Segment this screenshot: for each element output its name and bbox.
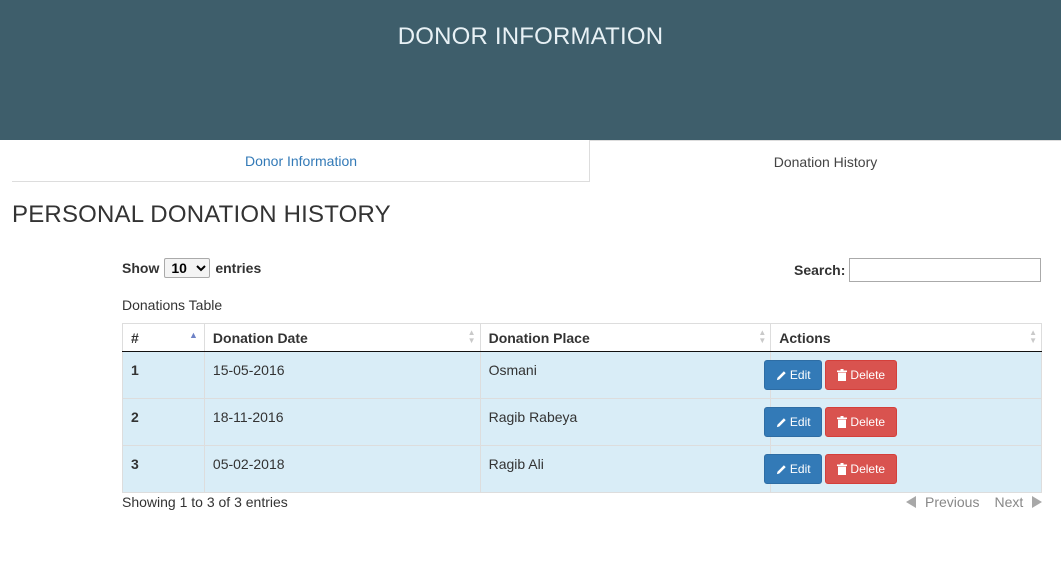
delete-button[interactable]: Delete: [825, 407, 898, 437]
column-header-actions[interactable]: Actions ▲ ▼: [770, 323, 1042, 352]
table-row: 2 18-11-2016 Ragib Rabeya Edit Delete: [122, 398, 1042, 446]
pencil-icon: [776, 370, 786, 380]
table-info: Showing 1 to 3 of 3 entries: [122, 494, 288, 510]
cell-donation-place: Ragib Ali: [479, 445, 772, 493]
previous-button[interactable]: Previous: [906, 494, 979, 510]
edit-button-label: Edit: [789, 368, 811, 382]
edit-button[interactable]: Edit: [764, 454, 823, 484]
pagination: Previous Next: [906, 494, 1043, 510]
donations-table: # ▲ Donation Date ▲ ▼ Donation Place ▲ ▼ A…: [122, 323, 1042, 493]
cell-actions: Edit Delete: [764, 351, 1042, 399]
page-header-title: DONOR INFORMATION: [397, 23, 664, 50]
table-header-row: # ▲ Donation Date ▲ ▼ Donation Place ▲ ▼ A…: [122, 323, 1042, 352]
sort-ascending-icon: ▲: [188, 330, 198, 340]
edit-button[interactable]: Edit: [764, 360, 823, 390]
next-label: Next: [994, 494, 1024, 510]
column-header-label: Donation Place: [488, 329, 590, 346]
column-header-number[interactable]: # ▲: [122, 323, 205, 352]
delete-button-label: Delete: [850, 415, 886, 429]
page-size-select[interactable]: 10: [164, 258, 211, 278]
sort-both-icon: ▲ ▼: [1029, 328, 1037, 345]
tab-donor-information[interactable]: Donor Information: [12, 140, 590, 182]
cell-donation-place: Osmani: [479, 351, 772, 399]
cell-actions: Edit Delete: [764, 398, 1042, 446]
next-button[interactable]: Next: [994, 494, 1043, 510]
column-header-label: #: [131, 329, 139, 346]
edit-button[interactable]: Edit: [764, 407, 823, 437]
tab-donation-history[interactable]: Donation History: [589, 140, 1061, 182]
cell-number: 3: [122, 445, 205, 493]
delete-button[interactable]: Delete: [825, 454, 898, 484]
entries-length-control: Show 10 entries: [122, 258, 261, 278]
header-banner: DONOR INFORMATION: [0, 0, 1061, 140]
previous-label: Previous: [925, 494, 980, 510]
delete-button-label: Delete: [850, 368, 886, 382]
cell-number: 2: [122, 398, 205, 446]
cell-donation-date: 18-11-2016: [203, 398, 481, 446]
column-header-donation-place[interactable]: Donation Place ▲ ▼: [479, 323, 772, 352]
search-control: Search:: [794, 258, 1042, 282]
column-header-label: Donation Date: [212, 329, 308, 346]
search-label: Search:: [794, 262, 846, 278]
search-input[interactable]: [849, 258, 1042, 282]
arrow-left-icon: [906, 496, 916, 508]
pencil-icon: [776, 417, 786, 427]
entries-label: entries: [215, 260, 262, 276]
edit-button-label: Edit: [789, 415, 811, 429]
trash-icon: [837, 463, 848, 475]
sort-both-icon: ▲ ▼: [758, 328, 767, 345]
tab-bar: Donor Information Donation History: [0, 140, 1061, 182]
table-caption: Donations Table: [122, 297, 223, 313]
arrow-right-icon: [1032, 496, 1043, 508]
page-title: PERSONAL DONATION HISTORY: [12, 201, 391, 228]
trash-icon: [837, 369, 848, 381]
show-label: Show: [122, 260, 160, 276]
trash-icon: [837, 416, 848, 428]
column-header-donation-date[interactable]: Donation Date ▲ ▼: [203, 323, 481, 352]
cell-donation-place: Ragib Rabeya: [479, 398, 772, 446]
table-row: 3 05-02-2018 Ragib Ali Edit Delete: [122, 445, 1042, 493]
delete-button[interactable]: Delete: [825, 360, 898, 390]
column-header-label: Actions: [779, 329, 831, 346]
cell-number: 1: [122, 351, 205, 399]
edit-button-label: Edit: [789, 462, 811, 476]
pencil-icon: [776, 464, 786, 474]
delete-button-label: Delete: [850, 462, 886, 476]
cell-actions: Edit Delete: [764, 445, 1042, 493]
sort-both-icon: ▲ ▼: [467, 328, 476, 345]
table-row: 1 15-05-2016 Osmani Edit Delete: [122, 351, 1042, 399]
cell-donation-date: 15-05-2016: [203, 351, 481, 399]
cell-donation-date: 05-02-2018: [203, 445, 481, 493]
